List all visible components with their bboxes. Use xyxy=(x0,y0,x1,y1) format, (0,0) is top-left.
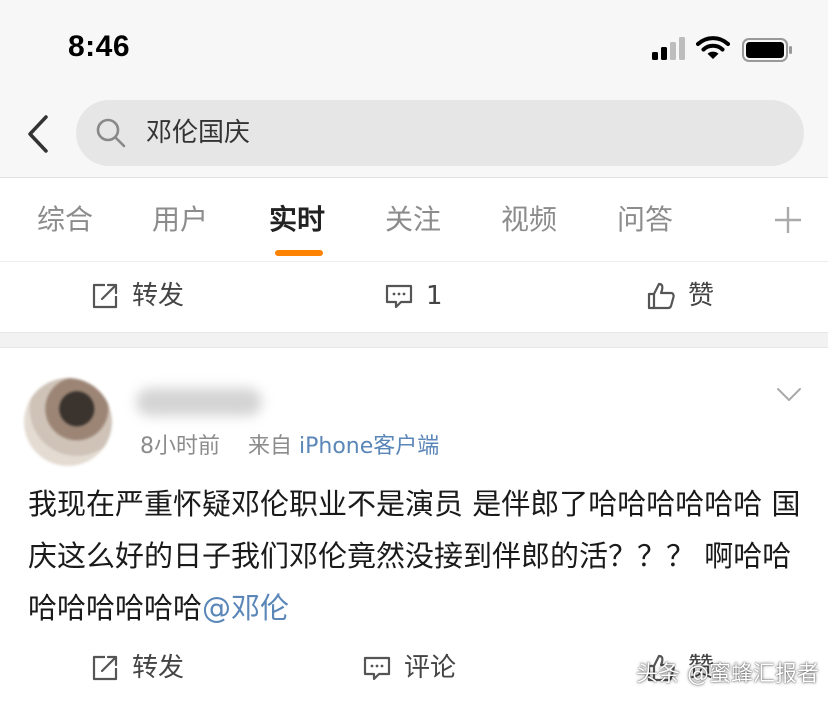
post-source[interactable]: iPhone客户端 xyxy=(299,434,439,459)
watermark: 头条 @蜜蜂汇报者 xyxy=(636,662,819,687)
like-label: 赞 xyxy=(688,281,715,311)
search-query: 邓伦国庆 xyxy=(146,118,251,148)
active-tab-indicator xyxy=(275,250,323,256)
search-icon xyxy=(96,118,126,148)
comment-icon xyxy=(363,656,391,681)
comment-button[interactable]: 1 xyxy=(384,278,443,314)
search-tabs: 综合 用户 实时 关注 视频 问答 xyxy=(0,178,828,262)
avatar[interactable] xyxy=(24,378,112,466)
post-text: 我现在严重怀疑邓伦职业不是演员 是伴郎了哈哈哈哈哈哈 国庆这么好的日子我们邓伦竟… xyxy=(28,487,801,625)
chevron-down-icon[interactable] xyxy=(776,386,802,404)
comment-icon xyxy=(385,284,413,309)
status-time: 8:46 xyxy=(68,30,131,63)
mention-link[interactable]: @邓伦 xyxy=(202,591,289,625)
post-from-label: 来自 xyxy=(248,434,293,459)
back-button[interactable] xyxy=(20,110,56,158)
post-comment-label: 评论 xyxy=(404,653,457,683)
post-repost-button[interactable]: 转发 xyxy=(90,650,184,686)
feed-divider xyxy=(0,332,828,348)
repost-icon xyxy=(92,283,118,309)
post-body: 我现在严重怀疑邓伦职业不是演员 是伴郎了哈哈哈哈哈哈 国庆这么好的日子我们邓伦竟… xyxy=(28,478,808,634)
thumbs-up-icon xyxy=(647,282,675,310)
post-repost-label: 转发 xyxy=(132,653,185,683)
comment-count: 1 xyxy=(426,281,443,311)
cellular-signal-icon xyxy=(652,37,685,60)
post-comment-button[interactable]: 评论 xyxy=(362,650,456,686)
tab-follow[interactable]: 关注 xyxy=(385,200,441,240)
plus-icon[interactable] xyxy=(772,204,804,236)
username-blurred[interactable] xyxy=(136,388,262,416)
post-time: 8小时前 xyxy=(140,434,220,459)
search-header: 邓伦国庆 xyxy=(0,92,828,178)
previous-post-actions: 转发 1 赞 xyxy=(0,262,828,332)
repost-icon xyxy=(92,655,118,681)
post-meta: 8小时前 来自 iPhone客户端 xyxy=(140,432,439,462)
chevron-left-icon xyxy=(28,115,48,153)
status-bar: 8:46 xyxy=(0,0,828,92)
tab-users[interactable]: 用户 xyxy=(152,200,208,240)
tab-realtime[interactable]: 实时 xyxy=(269,200,325,240)
tab-video[interactable]: 视频 xyxy=(501,200,557,240)
wifi-icon xyxy=(696,36,730,59)
repost-label: 转发 xyxy=(132,281,185,311)
tab-comprehensive[interactable]: 综合 xyxy=(37,200,93,240)
like-button[interactable]: 赞 xyxy=(646,278,714,314)
repost-button[interactable]: 转发 xyxy=(90,278,184,314)
tab-qa[interactable]: 问答 xyxy=(617,200,673,240)
battery-icon xyxy=(742,38,792,62)
search-input[interactable]: 邓伦国庆 xyxy=(76,100,804,166)
